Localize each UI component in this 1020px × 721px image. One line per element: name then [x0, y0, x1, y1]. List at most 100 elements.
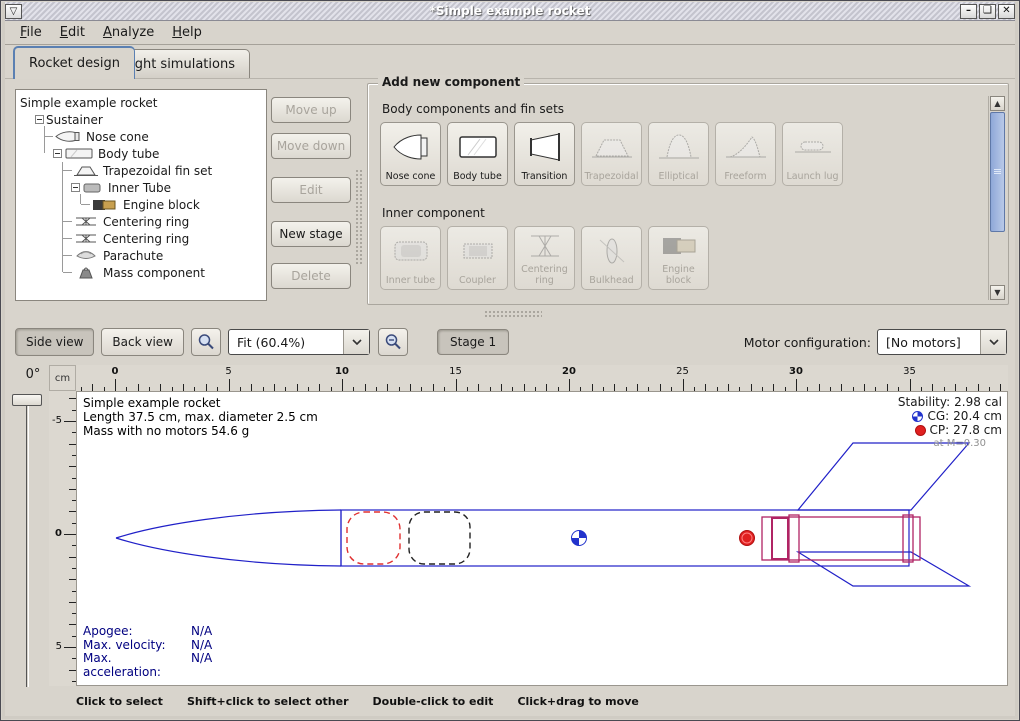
body-tube-icon: [64, 147, 94, 160]
tab-rocket-design[interactable]: Rocket design: [13, 46, 135, 79]
inner-tube-icon: [82, 181, 104, 194]
add-trapezoidal-fin-button[interactable]: Trapezoidal: [581, 122, 642, 186]
flight-data: Apogee:N/A Max. velocity:N/A Max. accele…: [83, 625, 212, 679]
add-engine-block-button[interactable]: Engine block: [648, 226, 709, 290]
freeform-fin-icon: [724, 123, 768, 172]
engine-block-icon: [91, 198, 119, 211]
zoom-in-button[interactable]: [191, 328, 221, 356]
collapse-icon[interactable]: [35, 115, 44, 124]
add-centering-ring-button[interactable]: Centering ring: [514, 226, 575, 290]
tree-item-centering-ring-1[interactable]: Centering ring: [16, 213, 266, 230]
side-view-button[interactable]: Side view: [15, 328, 94, 356]
tree-item-sustainer[interactable]: Sustainer: [16, 111, 266, 128]
rotation-slider-handle[interactable]: [12, 394, 42, 406]
hint-bar: Click to selectShift+click to select oth…: [76, 695, 663, 708]
magnifier-icon: [384, 333, 402, 351]
mass-component-icon: [73, 266, 99, 279]
add-transition-button[interactable]: Transition: [514, 122, 575, 186]
add-coupler-button[interactable]: Coupler: [447, 226, 508, 290]
rocket-info: Simple example rocket Length 37.5 cm, ma…: [83, 396, 318, 438]
collapse-icon[interactable]: [71, 183, 80, 192]
inner-tube-icon: [389, 227, 433, 276]
back-view-button[interactable]: Back view: [101, 328, 184, 356]
inner-component-buttons: Inner tube Coupler Centering ring Bulkhe…: [380, 226, 709, 290]
nose-cone-icon: [390, 123, 432, 172]
component-tree[interactable]: Simple example rocket Sustainer Nose con…: [15, 89, 267, 301]
tree-item-trapezoidal-fin-set[interactable]: Trapezoidal fin set: [16, 162, 266, 179]
menu-bar: File Edit Analyze Help: [5, 21, 1015, 45]
nose-cone-outline: [116, 510, 341, 566]
add-body-tube-button[interactable]: Body tube: [447, 122, 508, 186]
scroll-down-icon[interactable]: ▼: [990, 285, 1005, 300]
nose-cone-icon: [54, 130, 82, 143]
edit-button[interactable]: Edit: [271, 177, 351, 203]
elliptical-fin-icon: [657, 123, 701, 172]
body-component-buttons: Nose cone Body tube Transition Trapezoid…: [380, 122, 843, 186]
scrollbar-thumb[interactable]: [990, 112, 1005, 232]
stage-1-toggle[interactable]: Stage 1: [437, 329, 509, 355]
menu-analyze[interactable]: Analyze: [94, 22, 163, 43]
stability-info: Stability:2.98 cal CG:20.4 cm CP:27.8 cm…: [898, 395, 1002, 451]
collapse-icon[interactable]: [53, 149, 62, 158]
tree-item-inner-tube[interactable]: Inner Tube: [16, 179, 266, 196]
fin-outlines: [798, 443, 969, 586]
engine-block-outline: [772, 518, 788, 559]
component-panel-scrollbar[interactable]: ▲ ▼: [988, 96, 1005, 300]
tree-item-body-tube[interactable]: Body tube: [16, 145, 266, 162]
parachute-outline: [347, 512, 400, 564]
menu-edit[interactable]: Edit: [51, 22, 94, 43]
fin-set-icon: [73, 164, 99, 177]
centering-ring-icon: [73, 215, 99, 228]
rocket-canvas[interactable]: Simple example rocket Length 37.5 cm, ma…: [76, 391, 1008, 686]
view-toolbar: Side view Back view Fit (60.4%) Stage 1 …: [5, 323, 1015, 361]
tree-item-mass-component[interactable]: Mass component: [16, 264, 266, 281]
cg-legend-icon: [912, 411, 923, 422]
add-nose-cone-button[interactable]: Nose cone: [380, 122, 441, 186]
launch-lug-icon: [791, 123, 835, 172]
zoom-level-select[interactable]: Fit (60.4%): [228, 329, 370, 355]
mach-note: at M=0.30: [898, 437, 1002, 451]
engine-block-icon: [657, 227, 701, 265]
vertical-splitter-handle[interactable]: [355, 169, 362, 264]
menu-help[interactable]: Help: [163, 22, 211, 43]
tree-item-engine-block[interactable]: Engine block: [16, 196, 266, 213]
chevron-down-icon: [980, 330, 1006, 354]
add-bulkhead-button[interactable]: Bulkhead: [581, 226, 642, 290]
trapezoidal-fin-icon: [590, 123, 634, 172]
centering-ring-icon: [73, 232, 99, 245]
tree-item-parachute[interactable]: Parachute: [16, 247, 266, 264]
delete-button[interactable]: Delete: [271, 263, 351, 289]
scroll-up-icon[interactable]: ▲: [990, 96, 1005, 111]
add-freeform-fin-button[interactable]: Freeform: [715, 122, 776, 186]
centering-ring-outline: [789, 515, 799, 562]
parachute-icon: [73, 249, 99, 262]
rotation-slider-track[interactable]: [26, 399, 29, 687]
magnifier-icon: [197, 333, 215, 351]
ruler-unit-label: cm: [49, 365, 76, 391]
inner-tube-outline: [762, 515, 920, 562]
new-stage-button[interactable]: New stage: [271, 221, 351, 247]
add-component-panel: Add new component Body components and fi…: [367, 83, 1009, 305]
add-launch-lug-button[interactable]: Launch lug: [782, 122, 843, 186]
add-inner-tube-button[interactable]: Inner tube: [380, 226, 441, 290]
motor-configuration-label: Motor configuration:: [744, 335, 871, 350]
move-up-button[interactable]: Move up: [271, 97, 351, 123]
cp-legend-icon: [915, 425, 926, 436]
chevron-down-icon: [343, 330, 369, 354]
menu-file[interactable]: File: [11, 22, 51, 43]
tree-item-nose-cone[interactable]: Nose cone: [16, 128, 266, 145]
tree-item-centering-ring-2[interactable]: Centering ring: [16, 230, 266, 247]
cp-marker: [740, 531, 755, 546]
bulkhead-icon: [590, 227, 634, 276]
body-components-label: Body components and fin sets: [382, 102, 564, 116]
coupler-icon: [456, 227, 500, 276]
tree-item-rocket[interactable]: Simple example rocket: [16, 94, 266, 111]
mass-component-outline: [409, 512, 470, 564]
add-component-title: Add new component: [378, 75, 524, 89]
add-elliptical-fin-button[interactable]: Elliptical: [648, 122, 709, 186]
zoom-out-button[interactable]: [378, 328, 408, 356]
horizontal-splitter-handle[interactable]: [484, 310, 542, 317]
horizontal-ruler: 05101520253035: [76, 365, 1008, 391]
motor-configuration-select[interactable]: [No motors]: [877, 329, 1007, 355]
move-down-button[interactable]: Move down: [271, 133, 351, 159]
